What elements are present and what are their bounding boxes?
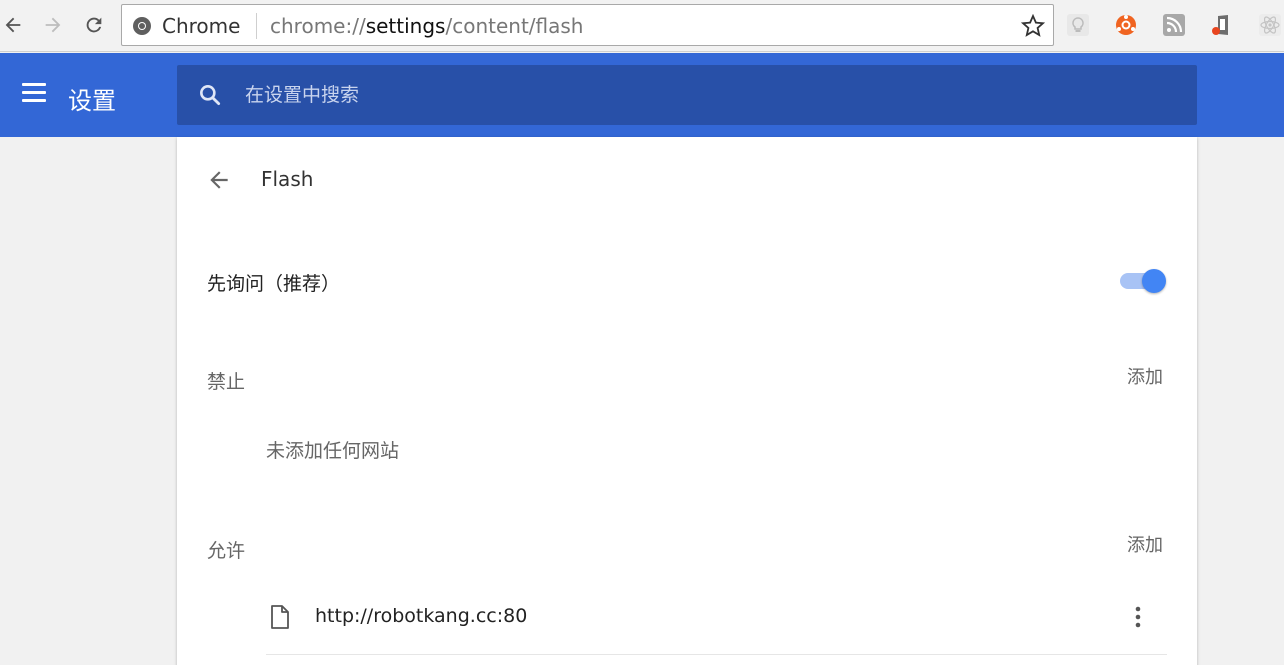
extension-rss-button[interactable] (1161, 12, 1187, 38)
extension-office-button[interactable] (1209, 12, 1235, 38)
blocked-add-button[interactable]: 添加 (1127, 363, 1163, 389)
bookmark-star-icon[interactable] (1021, 14, 1045, 38)
main-menu-button[interactable] (20, 83, 48, 107)
omnibox[interactable]: Chrome chrome://settings/content/flash (121, 4, 1054, 46)
page-title: Flash (261, 167, 314, 191)
reload-icon (86, 17, 102, 33)
extension-react-button[interactable] (1257, 12, 1283, 38)
lightbulb-icon (1067, 14, 1089, 36)
settings-search-box[interactable] (177, 65, 1197, 125)
omnibox-divider (256, 13, 257, 39)
omnibox-chip: Chrome (162, 14, 241, 38)
search-input[interactable] (245, 82, 1145, 108)
allowed-site-url: http://robotkang.cc:80 (315, 605, 528, 627)
allowed-add-button[interactable]: 添加 (1127, 531, 1163, 557)
back-arrow-icon[interactable] (205, 167, 233, 193)
lifebuoy-icon (1116, 15, 1136, 35)
file-icon (271, 605, 289, 629)
toggle-knob (1142, 269, 1166, 293)
url-host: settings (365, 14, 446, 38)
reload-button[interactable] (81, 12, 107, 38)
react-icon (1259, 14, 1281, 36)
hamburger-icon-line (22, 99, 46, 102)
arrow-left-icon (5, 17, 21, 33)
extension-lifebuoy-button[interactable] (1113, 12, 1139, 38)
settings-header: 设置 (0, 53, 1284, 137)
omnibox-url[interactable]: chrome://settings/content/flash (270, 14, 583, 38)
search-icon (200, 85, 221, 106)
extension-lightbulb-button[interactable] (1065, 12, 1091, 38)
office-icon (1212, 15, 1228, 35)
settings-title: 设置 (68, 87, 116, 115)
arrow-right-icon (45, 17, 61, 33)
browser-toolbar: Chrome chrome://settings/content/flash (0, 0, 1284, 52)
back-nav-button[interactable] (0, 12, 26, 38)
more-vert-icon[interactable] (1128, 603, 1148, 631)
hamburger-icon-line (22, 83, 46, 86)
flash-settings-card: Flash 先询问（推荐） 禁止 添加 未添加任何网站 允许 添加 http:/… (177, 137, 1197, 665)
allowed-site-row: http://robotkang.cc:80 (266, 587, 1167, 655)
forward-nav-button[interactable] (40, 12, 66, 38)
rss-icon (1163, 14, 1185, 36)
chrome-logo-icon (133, 17, 151, 35)
url-path: /content/flash (445, 14, 584, 38)
blocked-section-label: 禁止 (207, 371, 246, 393)
ask-first-toggle[interactable] (1120, 267, 1168, 295)
hamburger-icon-line (22, 91, 46, 94)
allowed-section-label: 允许 (207, 540, 246, 562)
ask-first-label: 先询问（推荐） (207, 273, 341, 295)
url-scheme: chrome:// (270, 14, 366, 38)
blocked-empty-text: 未添加任何网站 (266, 440, 400, 462)
